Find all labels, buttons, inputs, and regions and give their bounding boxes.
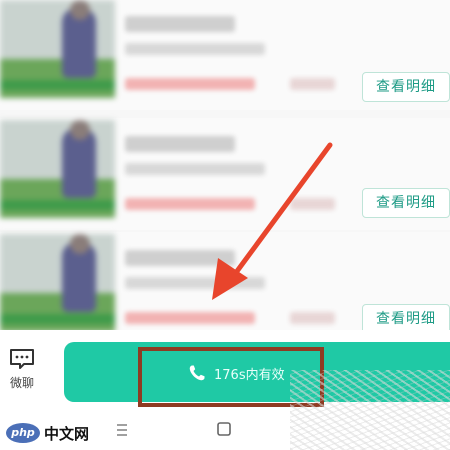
- blurred-subtitle: [125, 43, 265, 55]
- chat-label: 微聊: [9, 376, 34, 390]
- chat-button[interactable]: 微聊: [0, 348, 44, 396]
- watermark: php 中文网: [6, 422, 89, 444]
- list-item[interactable]: 查看明细: [0, 232, 450, 344]
- home-square-icon[interactable]: [216, 421, 232, 437]
- listing-thumbnail: [0, 120, 115, 218]
- blurred-title: [125, 16, 235, 32]
- blurred-extra: [290, 198, 335, 210]
- blurred-extra: [290, 78, 335, 90]
- blurred-price: [125, 198, 255, 210]
- view-details-button[interactable]: 查看明细: [362, 188, 450, 218]
- list-item[interactable]: 查看明细: [0, 118, 450, 230]
- listing-thumbnail: [0, 234, 115, 332]
- blurred-subtitle: [125, 277, 265, 289]
- blurred-title: [125, 136, 235, 152]
- screen: 查看明细 查看明细 查看明细 微聊 176s内有效 php 中文网: [0, 0, 450, 450]
- list-item[interactable]: 查看明细: [0, 0, 450, 110]
- view-details-button[interactable]: 查看明细: [362, 72, 450, 102]
- watermark-logo: php: [6, 423, 40, 443]
- listing-thumbnail: [0, 0, 115, 98]
- blurred-title: [125, 250, 235, 266]
- blurred-subtitle: [125, 163, 265, 175]
- watermark-texture: [290, 370, 450, 450]
- blurred-extra: [290, 312, 335, 324]
- chat-bubble-icon: [9, 348, 35, 370]
- watermark-text: 中文网: [44, 424, 90, 443]
- menu-icon[interactable]: [112, 422, 132, 438]
- blurred-price: [125, 312, 255, 324]
- blurred-price: [125, 78, 255, 90]
